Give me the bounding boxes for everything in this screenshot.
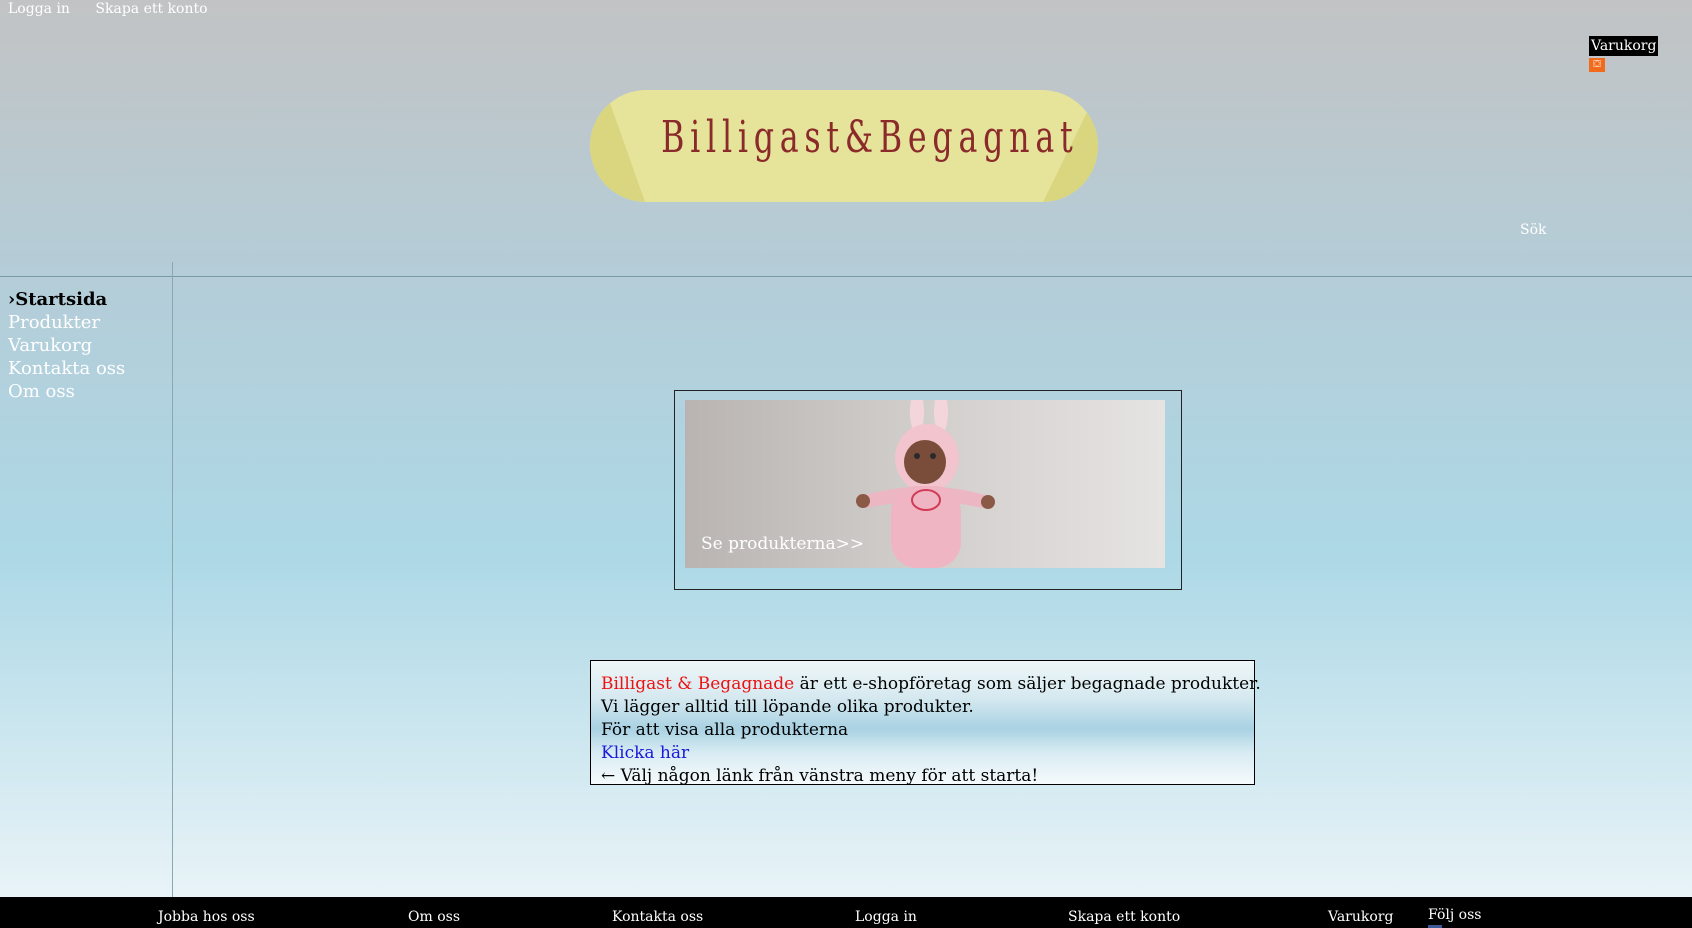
sidebar-item-varukorg[interactable]: Varukorg bbox=[8, 334, 125, 357]
footer-create-account-link[interactable]: Skapa ett konto bbox=[1068, 909, 1180, 925]
header-divider bbox=[0, 276, 1692, 277]
footer-contact-link[interactable]: Kontakta oss bbox=[612, 909, 703, 925]
sidebar-item-kontakta-oss[interactable]: Kontakta oss bbox=[8, 357, 125, 380]
info-line-2: Vi lägger alltid till löpande olika prod… bbox=[601, 697, 974, 717]
create-account-link[interactable]: Skapa ett konto bbox=[95, 1, 207, 17]
cart-label[interactable]: Varukorg bbox=[1589, 36, 1659, 56]
footer-follow-label: Följ oss bbox=[1428, 907, 1482, 923]
sidebar-item-produkter[interactable]: Produkter bbox=[8, 311, 125, 334]
footer-about-link[interactable]: Om oss bbox=[408, 909, 460, 925]
sidebar-nav: ›Startsida Produkter Varukorg Kontakta o… bbox=[8, 288, 125, 403]
footer: Jobba hos oss Om oss Kontakta oss Logga … bbox=[0, 897, 1692, 928]
top-nav: Logga in Skapa ett konto bbox=[8, 1, 229, 17]
search-link[interactable]: Sök bbox=[1520, 222, 1547, 238]
sidebar-item-om-oss[interactable]: Om oss bbox=[8, 380, 125, 403]
logo-decoration-left bbox=[590, 90, 645, 202]
footer-cart-link[interactable]: Varukorg bbox=[1328, 909, 1393, 925]
hero-banner: Se produkterna>> bbox=[674, 390, 1182, 590]
site-logo[interactable]: Billigast&Begagnat bbox=[590, 90, 1098, 202]
shopping-cart-icon[interactable]: ⛋ bbox=[1589, 58, 1605, 72]
info-line-1: Billigast & Begagnade är ett e-shopföret… bbox=[601, 673, 1261, 696]
footer-jobs-link[interactable]: Jobba hos oss bbox=[158, 909, 255, 925]
cart-widget[interactable]: Varukorg ⛋ bbox=[1589, 36, 1659, 72]
sidebar-item-startsida[interactable]: ›Startsida bbox=[8, 288, 125, 311]
info-box: Billigast & Begagnade är ett e-shopföret… bbox=[590, 660, 1261, 786]
info-line-5: ← Välj någon länk från vänstra meny för … bbox=[601, 766, 1039, 786]
hero-product-image[interactable]: Se produkterna>> bbox=[685, 400, 1165, 568]
login-link[interactable]: Logga in bbox=[8, 1, 70, 17]
click-here-link[interactable]: Klicka här bbox=[601, 742, 1254, 765]
info-line-1-text: är ett e-shopföretag som säljer begagnad… bbox=[794, 674, 1261, 694]
info-line-3: För att visa alla produkterna bbox=[601, 720, 849, 740]
logo-text: Billigast&Begagnat bbox=[661, 112, 1079, 163]
see-products-link[interactable]: Se produkterna>> bbox=[701, 534, 864, 554]
sidebar-divider bbox=[172, 262, 173, 897]
footer-login-link[interactable]: Logga in bbox=[855, 909, 917, 925]
brand-name: Billigast & Begagnade bbox=[601, 674, 795, 694]
